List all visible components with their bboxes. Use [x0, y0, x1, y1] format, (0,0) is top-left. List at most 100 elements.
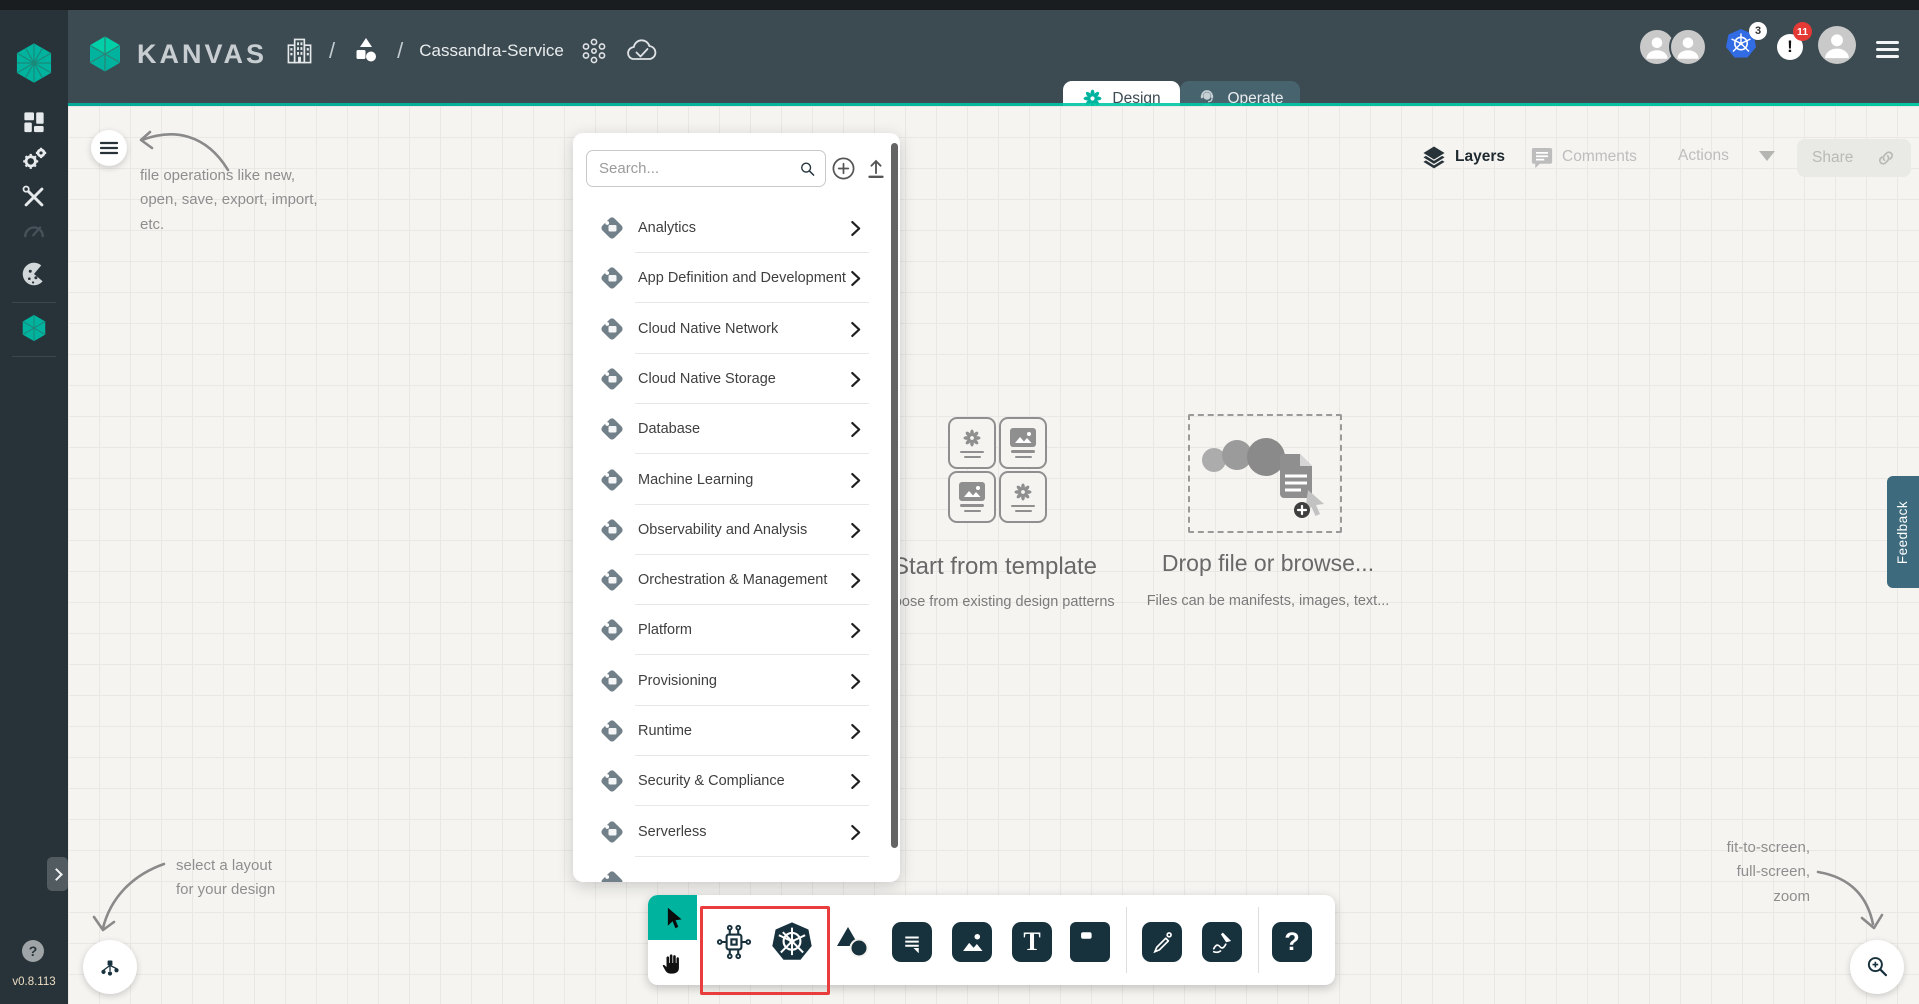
category-tag-icon — [599, 517, 625, 543]
search-icon[interactable] — [798, 157, 817, 181]
zoom-in-icon — [1864, 954, 1890, 980]
category-row-provisioning[interactable]: Provisioning — [573, 656, 889, 706]
template-card[interactable] — [999, 417, 1047, 469]
category-row-platform[interactable]: Platform — [573, 605, 889, 655]
zoom-button[interactable] — [1850, 940, 1904, 994]
environment-button[interactable]: 3 — [1725, 28, 1771, 64]
category-row-partial[interactable] — [573, 857, 889, 882]
person-icon — [1671, 30, 1705, 64]
drop-file-zone[interactable] — [1188, 414, 1342, 533]
template-card[interactable] — [948, 417, 992, 465]
layout-button[interactable] — [83, 940, 137, 994]
component-search[interactable] — [586, 150, 826, 187]
version-label: v0.8.113 — [0, 976, 68, 988]
import-upload-icon[interactable] — [864, 156, 888, 181]
share-button[interactable]: Share — [1797, 139, 1911, 177]
sidebar-item-settings[interactable] — [0, 144, 68, 174]
breadcrumb: / / Cassandra-Service — [286, 36, 658, 66]
comments-button[interactable]: Comments — [1530, 145, 1637, 169]
chevron-right-icon — [850, 522, 861, 539]
gears-icon — [19, 144, 49, 174]
layers-icon — [1421, 144, 1447, 170]
meshery-hexagon-icon — [13, 40, 55, 86]
annotation-zoom: fit-to-screen, full-screen, zoom — [1650, 836, 1810, 909]
header-menu-button[interactable] — [1876, 37, 1899, 62]
category-tag-icon — [599, 718, 625, 744]
kanvas-hexagon-icon — [19, 312, 49, 344]
template-card[interactable] — [999, 471, 1047, 523]
cloud-save-status-icon[interactable] — [624, 37, 658, 65]
user-avatar[interactable] — [1818, 26, 1856, 64]
layout-graph-icon — [97, 954, 123, 980]
annotation-layout: select a layout for your design — [176, 854, 275, 903]
meshery-logo[interactable] — [0, 40, 68, 86]
category-tag-icon — [599, 265, 625, 291]
category-row-app-definition[interactable]: App Definition and Development — [573, 253, 889, 303]
chevron-right-icon — [850, 472, 861, 489]
category-row-cloud-native-storage[interactable]: Cloud Native Storage — [573, 354, 889, 404]
shapes-tool[interactable] — [830, 920, 874, 964]
kanvas-logo[interactable]: KANVAS — [85, 32, 267, 76]
notifications-button[interactable]: ! 11 — [1775, 32, 1817, 66]
breadcrumb-separator: / — [397, 38, 403, 64]
category-row-cloud-native-network[interactable]: Cloud Native Network — [573, 304, 889, 354]
pen-tool[interactable] — [1142, 922, 1182, 962]
text-tool[interactable]: T — [1012, 922, 1052, 962]
pattern-status-icon[interactable] — [580, 37, 608, 65]
frame-tool[interactable] — [1070, 922, 1110, 962]
left-sidebar: ? v0.8.113 — [0, 10, 68, 1004]
components-panel: Analytics App Definition and Development… — [573, 133, 900, 882]
sidebar-item-toolkit[interactable] — [0, 183, 68, 211]
category-row-orchestration[interactable]: Orchestration & Management — [573, 555, 889, 605]
help-button[interactable]: ? — [22, 940, 44, 962]
canvas-menu-button[interactable] — [91, 130, 127, 166]
category-row-analytics[interactable]: Analytics — [573, 203, 889, 253]
category-tag-icon — [599, 617, 625, 643]
help-tool[interactable]: ? — [1272, 922, 1312, 962]
category-row-database[interactable]: Database — [573, 404, 889, 454]
category-row-security[interactable]: Security & Compliance — [573, 756, 889, 806]
select-tool[interactable] — [648, 895, 697, 940]
category-row-serverless[interactable]: Serverless — [573, 807, 889, 857]
image-tool[interactable] — [952, 922, 992, 962]
collaborator-avatar[interactable] — [1669, 28, 1707, 66]
sketch-tool[interactable] — [1202, 922, 1242, 962]
panel-scrollbar[interactable] — [891, 143, 898, 848]
annotation-file-ops: file operations like new, open, save, ex… — [140, 164, 318, 237]
pan-tool[interactable] — [648, 940, 697, 985]
design-canvas[interactable]: file operations like new, open, save, ex… — [68, 106, 1919, 1004]
chevron-right-icon — [850, 270, 861, 287]
question-icon: ? — [1284, 930, 1299, 955]
annotation-arrow — [1812, 858, 1888, 938]
text-T-icon: T — [1023, 929, 1040, 955]
category-row-runtime[interactable]: Runtime — [573, 706, 889, 756]
start-from-template-title[interactable]: Start from template — [875, 553, 1115, 581]
sidebar-item-performance[interactable] — [0, 217, 68, 245]
chevron-right-icon — [850, 321, 861, 338]
organization-icon[interactable] — [286, 36, 313, 66]
feedback-tab[interactable]: Feedback — [1887, 476, 1919, 588]
designs-icon[interactable] — [351, 36, 381, 66]
comment-tool[interactable] — [892, 922, 932, 962]
chevron-right-icon — [850, 723, 861, 740]
chevron-right-icon — [850, 572, 861, 589]
search-input[interactable] — [587, 160, 798, 177]
drop-file-title[interactable]: Drop file or browse... — [1128, 550, 1408, 577]
template-card[interactable] — [948, 471, 996, 523]
layers-button[interactable]: Layers — [1421, 144, 1505, 170]
chevron-right-icon — [850, 421, 861, 438]
sidebar-item-kanvas-active[interactable] — [0, 312, 68, 344]
design-spiral-icon — [1013, 482, 1033, 502]
tutorial-highlight-box — [700, 906, 830, 995]
image-icon — [959, 929, 985, 955]
comment-icon — [900, 930, 924, 954]
sidebar-item-catalog[interactable] — [0, 259, 68, 289]
category-row-machine-learning[interactable]: Machine Learning — [573, 455, 889, 505]
actions-dropdown[interactable]: Actions — [1678, 147, 1775, 165]
add-component-icon[interactable] — [831, 156, 856, 181]
shapes-icon — [832, 922, 872, 962]
category-row-observability[interactable]: Observability and Analysis — [573, 505, 889, 555]
sidebar-item-dashboard[interactable] — [0, 108, 68, 136]
sidebar-expand-button[interactable] — [47, 857, 68, 891]
chevron-right-icon — [850, 673, 861, 690]
